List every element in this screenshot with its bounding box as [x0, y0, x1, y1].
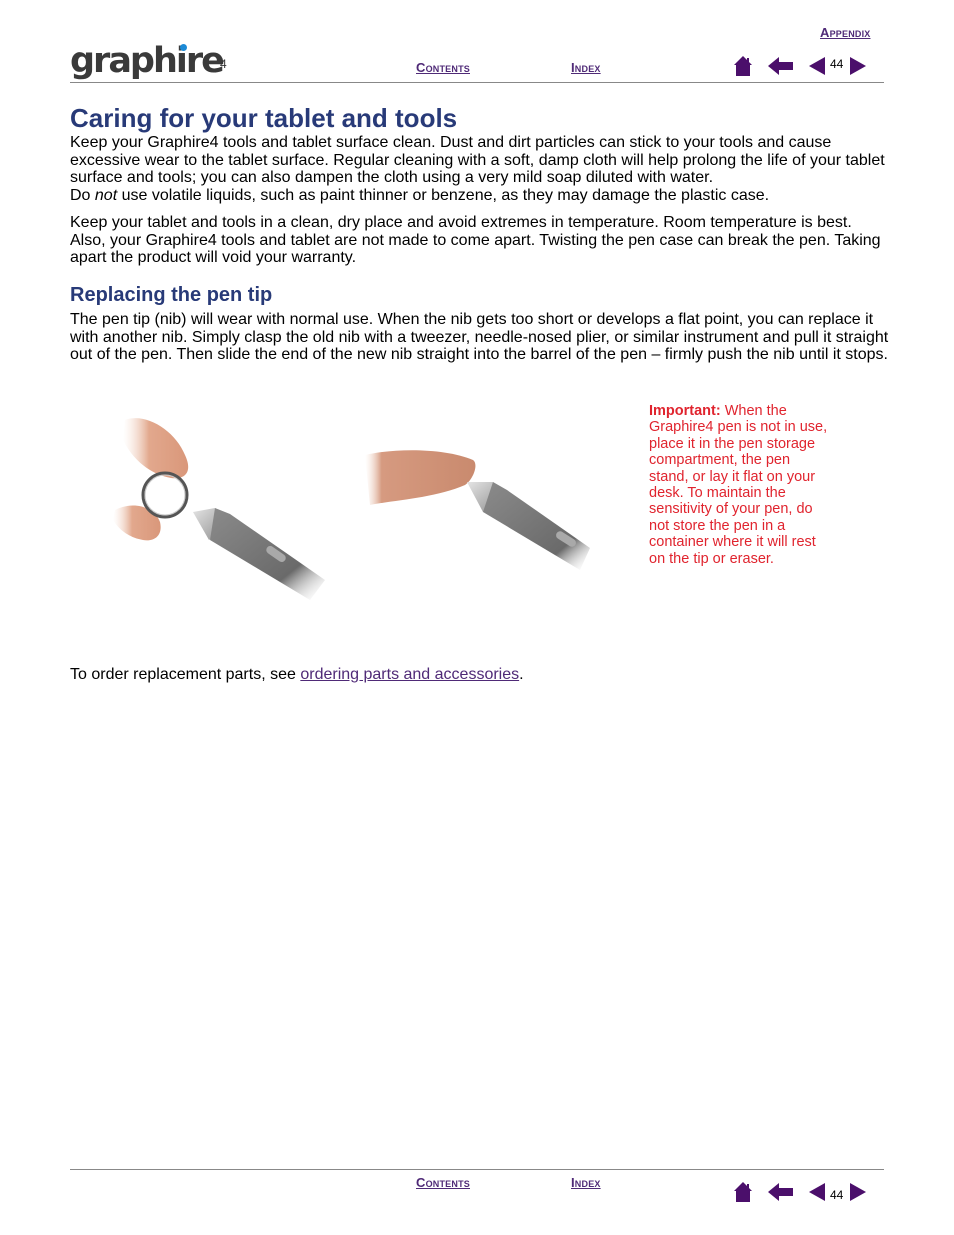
nib-removal-photo — [105, 400, 345, 600]
ordering-suffix: . — [519, 666, 524, 683]
pen-tip-paragraph: The pen tip (nib) will wear with normal … — [70, 311, 889, 364]
important-label: Important: — [649, 403, 721, 419]
ordering-prefix: To order replacement parts, see — [70, 666, 301, 683]
footer-contents-link[interactable]: Contents — [416, 1175, 470, 1190]
storage-paragraph: Keep your tablet and tools in a clean, d… — [70, 214, 881, 267]
section-heading: Replacing the pen tip — [70, 284, 273, 306]
ordering-paragraph: To order replacement parts, see ordering… — [70, 666, 890, 684]
volatile-warning-text: use volatile liquids, such as paint thin… — [117, 187, 770, 205]
logo-suffix: 4 — [220, 57, 227, 71]
cleaning-text: Keep your Graphire4 tools and tablet sur… — [70, 134, 885, 187]
nib-insertion-photo — [355, 430, 595, 580]
page-number: 44 — [830, 56, 844, 71]
do-text: Do — [70, 187, 95, 205]
footer-divider — [70, 1169, 884, 1170]
home-icon[interactable] — [733, 1181, 753, 1208]
footer-page-number: 44 — [830, 1187, 844, 1202]
footer-page-navigation: 44 — [733, 1181, 867, 1208]
graphire-logo: graphire 4 — [70, 40, 240, 82]
next-page-icon[interactable] — [849, 1182, 867, 1207]
contents-link[interactable]: Contents — [416, 60, 470, 75]
page-navigation: 44 — [733, 55, 867, 82]
logo-dot — [180, 44, 187, 51]
appendix-link[interactable]: Appendix — [820, 25, 871, 40]
cleaning-paragraph: Keep your Graphire4 tools and tablet sur… — [70, 134, 890, 205]
previous-page-icon[interactable] — [809, 56, 826, 81]
ordering-parts-link[interactable]: ordering parts and accessories — [300, 666, 519, 683]
important-text: When the Graphire4 pen is not in use, pl… — [649, 403, 828, 567]
logo-wordmark: graphire — [70, 41, 225, 81]
footer-index-link[interactable]: Index — [571, 1175, 601, 1190]
header-divider — [70, 82, 884, 83]
back-icon[interactable] — [768, 56, 794, 81]
important-note: Important: When the Graphire4 pen is not… — [649, 403, 831, 567]
previous-page-icon[interactable] — [809, 1182, 826, 1207]
next-page-icon[interactable] — [849, 56, 867, 81]
page-title: Caring for your tablet and tools — [70, 103, 458, 133]
home-icon[interactable] — [733, 55, 753, 82]
index-link[interactable]: Index — [571, 60, 601, 75]
not-emphasis: not — [94, 187, 118, 205]
back-icon[interactable] — [768, 1182, 794, 1207]
